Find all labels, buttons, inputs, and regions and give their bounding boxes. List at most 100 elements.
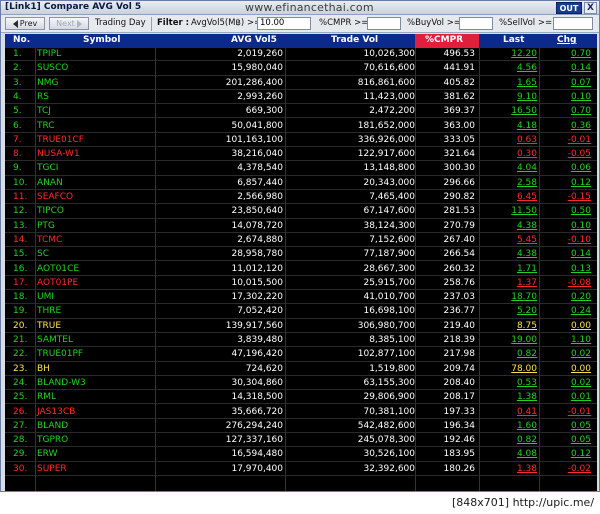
row-last-price[interactable]: 78.00 xyxy=(483,363,537,376)
row-symbol[interactable]: ANAN xyxy=(37,177,157,190)
row-change[interactable]: 0.12 xyxy=(541,177,591,190)
row-symbol[interactable]: RML xyxy=(37,391,157,404)
table-row[interactable]: 24. BLAND-W3 30,304,860 63,155,300 208.40 0.5… xyxy=(5,377,597,391)
table-row[interactable]: 29. ERW 16,594,480 30,526,100 183.95 4.08 0.12 xyxy=(5,448,597,462)
row-last-price[interactable]: 0.63 xyxy=(483,134,537,147)
col-header-last[interactable]: Last xyxy=(503,35,524,45)
table-row[interactable]: 25. RML 14,318,500 29,806,900 208.17 1.38 0.01 xyxy=(5,391,597,405)
row-last-price[interactable]: 5.45 xyxy=(483,234,537,247)
row-symbol[interactable]: SEAFCO xyxy=(37,191,157,204)
row-change[interactable]: 0.00 xyxy=(541,363,591,376)
table-row[interactable]: 26. JAS13CB 35,666,720 70,381,100 197.33 0.41… xyxy=(5,406,597,419)
row-change[interactable]: 0.01 xyxy=(541,391,591,404)
row-symbol[interactable]: PTG xyxy=(37,220,157,233)
row-change[interactable]: 0.14 xyxy=(541,248,591,261)
table-row[interactable]: 12. TIPCO 23,850,640 67,147,600 281.53 11.50 0… xyxy=(5,205,597,219)
row-last-price[interactable]: 5.20 xyxy=(483,305,537,318)
row-change[interactable]: 0.20 xyxy=(541,291,591,304)
table-row[interactable]: 19. THRE 7,052,420 16,698,100 236.77 5.20 0.24 xyxy=(5,305,597,319)
table-row[interactable]: 9. TGCI 4,378,540 13,148,800 300.30 4.04 0.06 xyxy=(5,162,597,176)
row-change[interactable]: 0.06 xyxy=(541,162,591,175)
col-header-cmpr[interactable]: %CMPR xyxy=(425,35,463,45)
row-change[interactable]: 1.10 xyxy=(541,334,591,347)
row-last-price[interactable]: 4.56 xyxy=(483,62,537,75)
close-button[interactable]: X xyxy=(584,2,597,14)
row-last-price[interactable]: 1.37 xyxy=(483,277,537,290)
table-row[interactable]: 8. NUSA-W1 38,216,040 122,917,600 321.64 0.30… xyxy=(5,148,597,162)
cmpr-filter-input[interactable] xyxy=(367,17,401,30)
row-last-price[interactable]: 1.65 xyxy=(483,77,537,90)
row-last-price[interactable]: 9.10 xyxy=(483,91,537,104)
row-symbol[interactable]: BH xyxy=(37,363,157,376)
row-last-price[interactable]: 1.60 xyxy=(483,420,537,433)
row-change[interactable]: 0.24 xyxy=(541,305,591,318)
row-change[interactable]: 0.02 xyxy=(541,377,591,390)
row-symbol[interactable]: NUSA-W1 xyxy=(37,148,157,161)
row-change[interactable]: 0.10 xyxy=(541,220,591,233)
row-last-price[interactable]: 4.04 xyxy=(483,162,537,175)
row-last-price[interactable]: 0.30 xyxy=(483,148,537,161)
row-change[interactable]: -0.01 xyxy=(541,406,591,419)
table-row[interactable]: 5. TCJ 669,300 2,472,200 369.37 16.50 0.70 xyxy=(5,105,597,119)
row-last-price[interactable]: 4.38 xyxy=(483,220,537,233)
row-symbol[interactable]: TPIPL xyxy=(37,48,157,61)
row-change[interactable]: -0.15 xyxy=(541,191,591,204)
table-row[interactable]: 21. SAMTEL 3,839,480 8,385,100 218.39 19.00 1.… xyxy=(5,334,597,348)
col-header-avg-vol[interactable]: AVG Vol5 xyxy=(231,35,277,45)
row-change[interactable]: -0.01 xyxy=(541,134,591,147)
next-button[interactable]: Next xyxy=(49,17,89,30)
row-change[interactable]: 0.05 xyxy=(541,420,591,433)
row-symbol[interactable]: TRC xyxy=(37,120,157,133)
row-last-price[interactable]: 11.50 xyxy=(483,205,537,218)
table-row[interactable]: 17. AOT01PE 10,015,500 25,915,700 258.76 1.37… xyxy=(5,277,597,291)
row-symbol[interactable]: BLAND xyxy=(37,420,157,433)
row-last-price[interactable]: 0.53 xyxy=(483,377,537,390)
row-symbol[interactable]: TGCI xyxy=(37,162,157,175)
avgvol-filter-input[interactable]: 10.00 xyxy=(257,17,311,30)
col-header-chg[interactable]: Chg xyxy=(557,35,576,45)
row-last-price[interactable]: 1.71 xyxy=(483,263,537,276)
row-symbol[interactable]: SUPER xyxy=(37,463,157,476)
table-row[interactable]: 6. TRC 50,041,800 181,652,000 363.00 4.18 0.36 xyxy=(5,120,597,133)
row-change[interactable]: -0.05 xyxy=(541,148,591,161)
row-symbol[interactable]: THRE xyxy=(37,305,157,318)
table-row[interactable]: 3. NMG 201,286,400 816,861,600 405.82 1.65 0.0… xyxy=(5,77,597,90)
row-change[interactable]: 0.00 xyxy=(541,320,591,333)
row-symbol[interactable]: TRUE01PF xyxy=(37,348,157,361)
table-row[interactable]: 14. TCMC 2,674,880 7,152,600 267.40 5.45 -0.10 xyxy=(5,234,597,248)
table-row[interactable]: 10. ANAN 6,857,440 20,343,000 296.66 2.58 0.12 xyxy=(5,177,597,190)
table-row[interactable]: 30. SUPER 17,970,400 32,392,600 180.26 1.38 -0… xyxy=(5,463,597,476)
row-change[interactable]: -0.10 xyxy=(541,234,591,247)
table-row[interactable]: 7. TRUE01CF 101,163,100 336,926,000 333.05 0.… xyxy=(5,134,597,148)
table-row[interactable]: 22. TRUE01PF 47,196,420 102,877,100 217.98 0.… xyxy=(5,348,597,362)
row-symbol[interactable]: SUSCO xyxy=(37,62,157,75)
sellvol-filter-input[interactable] xyxy=(553,17,593,30)
table-row[interactable]: 4. RS 2,993,260 11,423,000 381.62 9.10 0.10 xyxy=(5,91,597,105)
row-last-price[interactable]: 0.82 xyxy=(483,348,537,361)
row-last-price[interactable]: 12.20 xyxy=(483,48,537,61)
row-symbol[interactable]: RS xyxy=(37,91,157,104)
row-last-price[interactable]: 2.58 xyxy=(483,177,537,190)
buyvol-filter-input[interactable] xyxy=(459,17,493,30)
prev-button[interactable]: Prev xyxy=(5,17,45,30)
col-header-trade-vol[interactable]: Trade Vol xyxy=(331,35,378,45)
row-last-price[interactable]: 8.75 xyxy=(483,320,537,333)
table-row[interactable]: 23. BH 724,620 1,519,800 209.74 78.00 0.00 xyxy=(5,363,597,376)
row-last-price[interactable]: 18.70 xyxy=(483,291,537,304)
row-symbol[interactable]: TGPRO xyxy=(37,434,157,447)
row-symbol[interactable]: TCMC xyxy=(37,234,157,247)
row-change[interactable]: 0.70 xyxy=(541,48,591,61)
row-last-price[interactable]: 4.38 xyxy=(483,248,537,261)
row-symbol[interactable]: AOT01CE xyxy=(37,263,157,276)
row-change[interactable]: 0.05 xyxy=(541,434,591,447)
table-row[interactable]: 11. SEAFCO 2,566,980 7,465,400 290.82 6.45 -0.… xyxy=(5,191,597,205)
row-change[interactable]: 0.70 xyxy=(541,105,591,118)
row-change[interactable]: 0.10 xyxy=(541,91,591,104)
row-last-price[interactable]: 1.38 xyxy=(483,463,537,476)
row-symbol[interactable]: TRUE01CF xyxy=(37,134,157,147)
row-symbol[interactable]: TCJ xyxy=(37,105,157,118)
row-last-price[interactable]: 19.00 xyxy=(483,334,537,347)
row-symbol[interactable]: UMI xyxy=(37,291,157,304)
table-row[interactable]: 2. SUSCO 15,980,040 70,616,600 441.91 4.56 0.1… xyxy=(5,62,597,76)
table-row[interactable]: 16. AOT01CE 11,012,120 28,667,300 260.32 1.71… xyxy=(5,263,597,276)
